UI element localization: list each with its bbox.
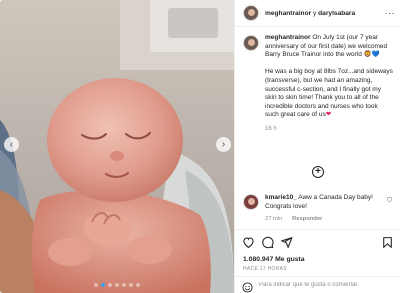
comment-button[interactable] [261,236,274,249]
caption-avatar[interactable] [243,35,259,51]
divider [235,229,400,230]
caption-emoji-1: 🦁💙 [361,51,380,59]
comment-time[interactable]: 27 min [265,216,282,222]
like-button[interactable] [242,236,255,249]
comment-item: kmarie10_ Aww a Canada Day baby! Congrat… [243,194,393,224]
carousel-dot [108,283,112,287]
share-button[interactable] [280,236,293,249]
carousel-dot [129,283,133,287]
carousel-prev-button[interactable]: ‹ [4,137,19,152]
reply-button[interactable]: Responder [292,216,322,222]
post-caption: meghantrainor On July 1st (our 7 year an… [235,34,400,133]
author-username[interactable]: meghantrainor [265,10,311,17]
carousel-next-button[interactable]: › [216,137,231,152]
post-date[interactable]: HACE 17 HORAS [243,266,287,272]
carousel-dot [94,283,98,287]
save-button[interactable] [381,236,394,249]
caption-time[interactable]: 16 h [265,125,393,134]
heart-outline-icon [243,237,254,249]
chevron-right-icon: › [221,138,226,150]
collaborator-username[interactable]: darylsabara [318,10,355,17]
red-heart-emoji: ❤ [325,111,332,119]
load-more-comments-button[interactable]: + [312,166,324,178]
carousel-dot [122,283,126,287]
chevron-left-icon: ‹ [9,138,14,150]
post-authors: meghantrainor y darylsabara [265,10,355,17]
comment-username[interactable]: kmarie10_ [265,194,297,201]
emoji-smile-icon[interactable] [242,280,253,293]
bookmark-icon [383,237,392,248]
more-icon[interactable]: ··· [385,8,396,18]
likes-count[interactable]: 1.080.947 Me gusta [243,256,305,263]
plus-circle-icon: + [315,166,321,177]
share-icon [281,237,293,248]
carousel-dot [136,283,140,287]
post-side-panel: meghantrainor y darylsabara ··· meghantr… [234,0,400,293]
carousel-dot [115,283,119,287]
comment-avatar[interactable] [243,194,259,210]
add-comment-bar [235,276,400,293]
caption-text: meghantrainor On July 1st (our 7 year an… [265,34,393,133]
post-header: meghantrainor y darylsabara ··· [235,0,400,27]
add-comment-input[interactable] [259,282,394,288]
newborn-photo [0,0,234,293]
comment-meta: 27 min Responder [265,215,383,224]
heart-outline-icon[interactable] [386,196,393,205]
post-actions [242,236,394,250]
carousel-indicator [0,283,234,287]
comment-text: kmarie10_ Aww a Canada Day baby! Congrat… [265,194,383,224]
carousel-dot [101,283,105,287]
instagram-post: ‹ › meghantrainor y darylsabara ··· megh… [0,0,400,293]
caption-username[interactable]: meghantrainor [265,34,311,41]
avatar[interactable] [243,5,259,21]
comment-icon [262,236,274,249]
post-photo[interactable]: ‹ › [0,0,234,293]
